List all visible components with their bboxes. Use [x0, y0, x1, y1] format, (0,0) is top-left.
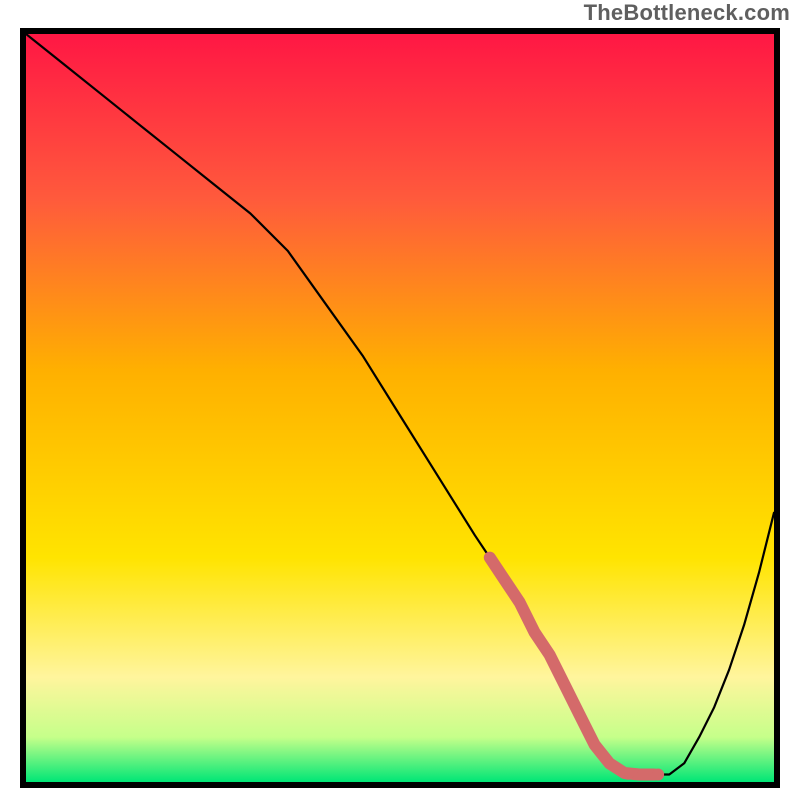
- highlight-dot: [652, 769, 664, 781]
- plot-svg: [26, 34, 774, 782]
- gradient-background: [26, 34, 774, 782]
- plot-frame: [20, 28, 780, 788]
- highlight-dot: [637, 769, 649, 781]
- highlight-dot: [622, 768, 634, 780]
- watermark-text: TheBottleneck.com: [584, 0, 790, 26]
- chart-container: TheBottleneck.com: [0, 0, 800, 800]
